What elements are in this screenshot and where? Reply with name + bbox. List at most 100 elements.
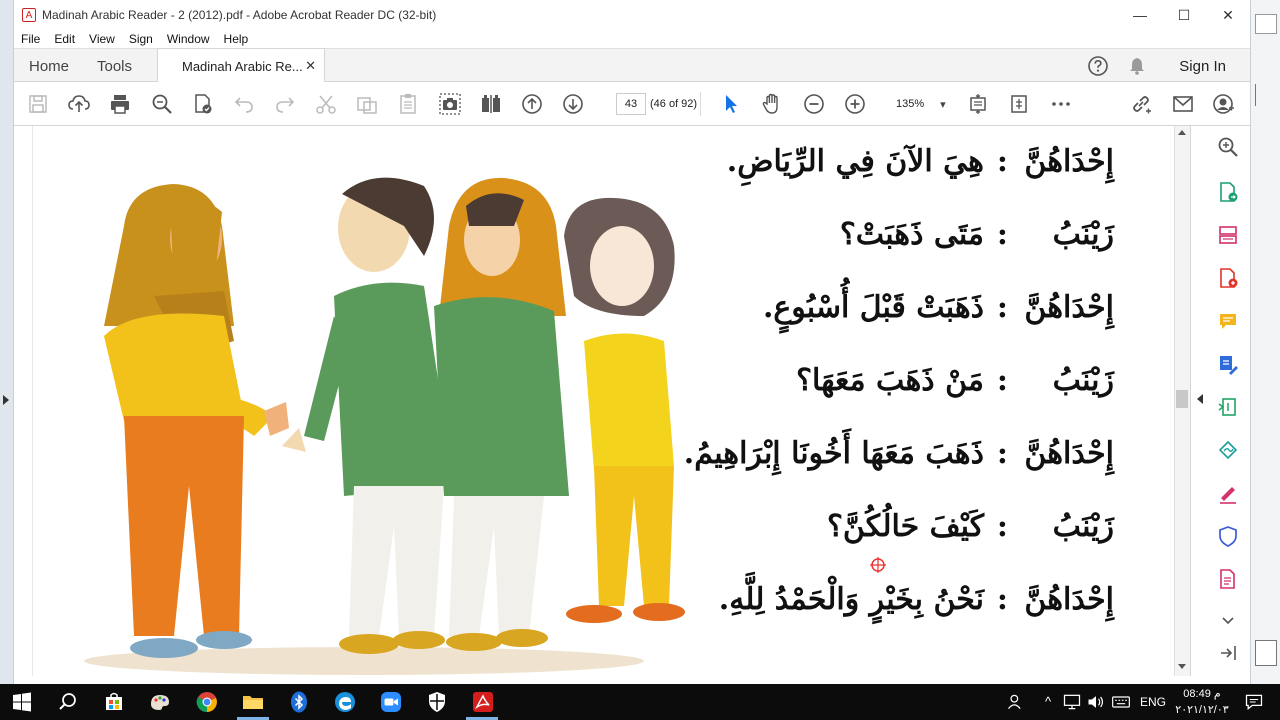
email-icon[interactable] [1171,92,1195,116]
background-window-icon [1255,14,1277,34]
dialogue-text: مَتَى ذَهَبَتْ؟ [839,217,984,252]
tab-bar: Home Tools Madinah Arabic Re... ✕ Sign I… [14,48,1250,83]
find-icon[interactable] [150,92,174,116]
menu-window[interactable]: Window [167,32,210,46]
windows-start-icon[interactable] [10,690,34,714]
toolbar: 43 (46 of 92) 135% ▾ [14,82,1250,126]
paste-icon[interactable] [396,92,420,116]
scroll-up-icon[interactable] [1178,130,1186,135]
zoom-level-dropdown[interactable]: 135% ▾ [890,93,962,115]
help-icon[interactable] [1087,55,1109,77]
comment-icon[interactable] [1217,310,1239,332]
menu-help[interactable]: Help [224,32,249,46]
scroll-thumb[interactable] [1176,390,1188,408]
minimize-button[interactable]: — [1118,0,1162,30]
more-icon[interactable] [1049,92,1073,116]
clock-time[interactable]: 08:49 م [1172,687,1232,700]
redo-icon[interactable] [273,92,297,116]
background-window-strip [0,0,14,684]
document-viewport[interactable]: إِحْدَاهُنَّ : هِيَ الآنَ فِي الرِّيَاضِ… [14,126,1174,676]
snapshot-icon[interactable] [438,92,462,116]
security-shield-icon[interactable] [425,690,449,714]
dialogue-line: إِحْدَاهُنَّ : ذَهَبَ مَعَهَا أَخُونَا إ… [594,436,1114,492]
speaker-colon: : [996,217,1008,252]
speaker-name: زَيْنَبُ [1052,363,1114,398]
link-icon[interactable] [1129,92,1153,116]
title-bar: A Madinah Arabic Reader - 2 (2012).pdf -… [14,0,1250,30]
file-explorer-icon[interactable] [241,690,265,714]
search-icon[interactable] [56,690,80,714]
store-icon[interactable] [102,690,126,714]
scroll-mode-icon[interactable] [1007,92,1031,116]
background-window-strip [1250,0,1280,684]
people-icon[interactable] [1006,692,1026,712]
notifications-bell-icon[interactable] [1127,56,1147,76]
speaker-name: زَيْنَبُ [1052,509,1114,544]
create-pdf-icon[interactable] [1217,267,1239,289]
tools-side-panel [1190,126,1250,676]
compare-icon[interactable] [479,92,503,116]
speaker-name: زَيْنَبُ [1052,217,1114,252]
previous-page-icon[interactable] [520,92,544,116]
fit-page-icon[interactable] [966,92,990,116]
action-center-icon[interactable] [1244,692,1264,712]
chevron-up-icon[interactable]: ^ [1040,694,1056,709]
close-window-button[interactable]: ✕ [1206,0,1250,30]
page-number-input[interactable]: 43 [616,93,646,115]
organize-pages-icon[interactable] [1217,224,1239,246]
menu-edit[interactable]: Edit [54,32,75,46]
maximize-button[interactable]: ☐ [1162,0,1206,30]
left-expand-arrow-icon[interactable] [3,395,9,405]
menu-sign[interactable]: Sign [129,32,153,46]
save-icon[interactable] [26,92,50,116]
input-language[interactable]: ENG [1138,695,1168,709]
search-zoom-icon[interactable] [1217,136,1239,158]
zoom-out-icon[interactable] [802,92,826,116]
tab-home[interactable]: Home [29,49,69,83]
more-tools-icon[interactable] [1217,568,1239,590]
dialogue-text: نَحْنُ بِخَيْرٍ وَالْحَمْدُ لِلَّهِ. [718,582,984,617]
keyboard-icon[interactable] [1110,692,1132,712]
speaker-name: إِحْدَاهُنَّ [1024,582,1114,617]
collapse-panel-icon[interactable] [1217,642,1239,664]
cut-icon[interactable] [314,92,338,116]
paint-icon[interactable] [148,690,172,714]
menu-file[interactable]: File [21,32,40,46]
network-icon[interactable] [1062,692,1082,712]
speaker-colon: : [996,509,1008,544]
edit-pdf-icon[interactable] [1217,353,1239,375]
edge-icon[interactable] [333,690,357,714]
sign-in-link[interactable]: Sign In [1179,49,1226,83]
send-for-signature-icon[interactable] [1217,439,1239,461]
expand-icon[interactable] [1217,610,1239,632]
compress-icon[interactable] [1217,396,1239,418]
dialogue-text: مَنْ ذَهَبَ مَعَهَا؟ [796,363,984,398]
export-pdf-icon[interactable] [1217,181,1239,203]
menu-view[interactable]: View [89,32,115,46]
dialogue-text: ذَهَبَ مَعَهَا أَخُونَا إِبْرَاهِيمُ. [683,436,984,471]
upload-icon[interactable] [67,92,91,116]
zoom-meetings-icon[interactable] [379,690,403,714]
select-cursor-icon[interactable] [719,92,743,116]
scroll-down-icon[interactable] [1178,664,1186,669]
bluetooth-icon[interactable] [287,690,311,714]
next-page-icon[interactable] [561,92,585,116]
tab-document[interactable]: Madinah Arabic Re... ✕ [157,48,325,83]
tab-tools[interactable]: Tools [97,49,132,83]
undo-icon[interactable] [232,92,256,116]
chrome-icon[interactable] [195,690,219,714]
protect-icon[interactable] [191,92,215,116]
dialogue-line: زَيْنَبُ : كَيْفَ حَالُكُنَّ؟ [594,509,1114,565]
print-icon[interactable] [108,92,132,116]
fill-sign-icon[interactable] [1217,482,1239,504]
close-tab-icon[interactable]: ✕ [305,58,316,74]
protect-shield-icon[interactable] [1217,525,1239,547]
copy-icon[interactable] [355,92,379,116]
collapse-panel-icon[interactable] [1197,394,1203,404]
hand-icon[interactable] [760,92,784,116]
volume-icon[interactable] [1086,692,1106,712]
acrobat-taskbar-icon[interactable] [471,690,495,714]
zoom-in-icon[interactable] [843,92,867,116]
account-icon[interactable] [1212,92,1236,116]
clock-date[interactable]: ٢٠٢١/١٢/٠٣ [1172,703,1232,716]
